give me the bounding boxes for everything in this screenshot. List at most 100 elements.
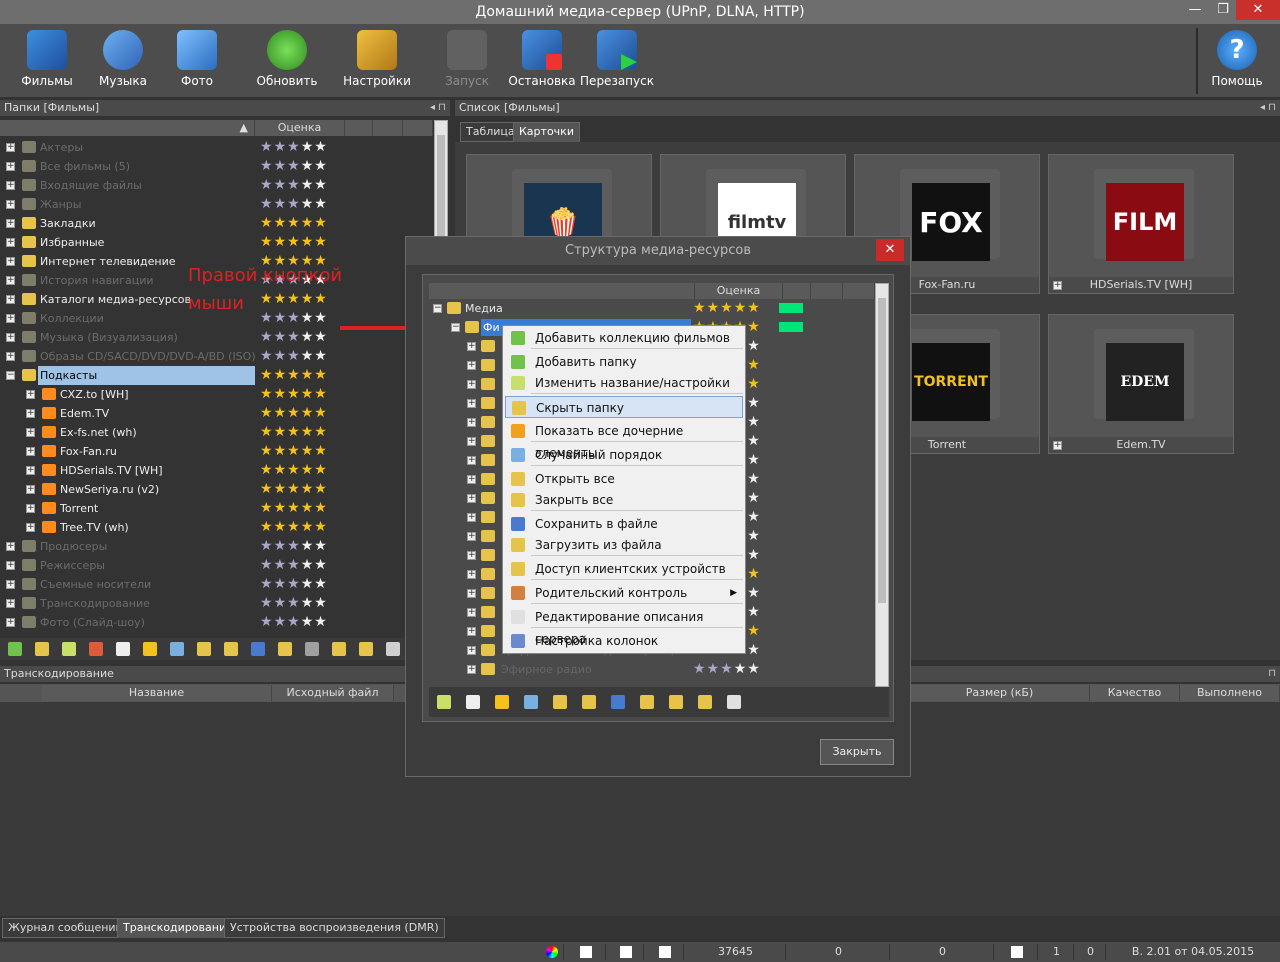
add-folder-icon[interactable] [35,642,49,656]
tree-row[interactable]: − Подкасты ★★★★★ [0,366,432,385]
expand-toggle-icon[interactable]: + [1053,281,1062,290]
rating-stars[interactable]: ★★★★★ [260,348,328,365]
dialog-action-icon[interactable] [437,695,451,709]
expand-toggle-icon[interactable]: + [6,580,15,589]
tree-row[interactable]: + Образы CD/SACD/DVD/DVD-A/BD (ISO) ★★★★★ [0,347,432,366]
start-button[interactable]: Запуск [430,28,504,94]
rating-stars[interactable]: ★★★★★ [260,443,328,460]
expand-toggle-icon[interactable]: + [467,570,476,579]
expand-toggle-icon[interactable]: + [6,200,15,209]
tree-row[interactable]: + CXZ.to [WH] ★★★★★ [0,385,432,404]
tree-row[interactable]: + Входящие файлы ★★★★★ [0,176,432,195]
menu-item[interactable]: Открыть все [505,468,743,490]
expand-toggle-icon[interactable]: + [6,314,15,323]
expand-toggle-icon[interactable]: + [6,561,15,570]
dialog-rating-col[interactable]: Оценка [695,283,783,299]
menu-item[interactable]: Сохранить в файле [505,513,743,535]
tree-row[interactable]: + Edem.TV ★★★★★ [0,404,432,423]
music-button[interactable]: Музыка [86,28,160,94]
dialog-scrollbar[interactable] [875,283,889,687]
tree-row[interactable]: + Torrent ★★★★★ [0,499,432,518]
rating-stars[interactable]: ★★★★★ [260,519,328,536]
expand-toggle-icon[interactable]: + [6,618,15,627]
rating-stars[interactable]: ★★★★★ [260,158,328,175]
show-children-icon[interactable] [116,642,130,656]
dialog-action-icon[interactable] [727,695,741,709]
tree-row[interactable]: + Продюсеры ★★★★★ [0,537,432,556]
parental-icon[interactable] [359,642,373,656]
rating-stars[interactable]: ★★★★★ [260,557,328,574]
random-icon[interactable] [170,642,184,656]
expand-toggle-icon[interactable]: + [467,646,476,655]
name-column-header[interactable]: ▲ [0,120,255,136]
tree-row[interactable]: + Жанры ★★★★★ [0,195,432,214]
edit-icon[interactable] [62,642,76,656]
expand-toggle-icon[interactable]: + [6,257,15,266]
expand-toggle-icon[interactable]: + [6,143,15,152]
tree-row[interactable]: + Фото (Слайд-шоу) ★★★★★ [0,613,432,632]
dialog-action-icon[interactable] [524,695,538,709]
rating-stars[interactable]: ★★★★★ [693,661,761,678]
expand-toggle-icon[interactable]: − [6,371,15,380]
col-size[interactable]: Размер (кБ) [910,685,1090,701]
dialog-action-icon[interactable] [495,695,509,709]
expand-toggle-icon[interactable]: + [6,238,15,247]
settings-button[interactable]: Настройки [340,28,414,94]
rating-stars[interactable]: ★★★★★ [260,329,328,346]
menu-item[interactable]: Показать все дочерние элементы [505,420,743,460]
minimize-button[interactable]: — [1180,0,1210,20]
menu-item[interactable]: Настройка колонок [505,630,743,652]
refresh-button[interactable]: Обновить [250,28,324,94]
expand-toggle-icon[interactable]: + [467,627,476,636]
expand-toggle-icon[interactable]: − [451,323,460,332]
rating-stars[interactable]: ★★★★★ [260,424,328,441]
key-column-header[interactable] [373,120,403,136]
pin-icon[interactable]: ◂ ⊓ [1260,100,1276,116]
menu-item[interactable]: Закрыть все [505,489,743,511]
expand-toggle-icon[interactable]: + [26,447,35,456]
rating-stars[interactable]: ★★★★★ [260,500,328,517]
save-icon[interactable] [251,642,265,656]
dialog-action-icon[interactable] [466,695,480,709]
media-card[interactable]: FILM HDSerials.TV [WH] + [1048,154,1234,294]
expand-toggle-icon[interactable]: + [26,390,35,399]
expand-toggle-icon[interactable]: + [467,589,476,598]
key-icon[interactable] [332,642,346,656]
rating-stars[interactable]: ★★★★★ [693,300,761,317]
rating-stars[interactable]: ★★★★★ [260,177,328,194]
expand-toggle-icon[interactable]: + [26,466,35,475]
expand-toggle-icon[interactable]: + [6,219,15,228]
menu-item[interactable]: Случайный порядок [505,444,743,466]
menu-item[interactable]: Редактирование описания сервера [505,606,743,646]
expand-toggle-icon[interactable]: + [1053,441,1062,450]
rating-stars[interactable]: ★★★★★ [260,215,328,232]
rating-stars[interactable]: ★★★★★ [260,462,328,479]
tree-row[interactable]: + Съемные носители ★★★★★ [0,575,432,594]
sun-icon[interactable] [143,642,157,656]
expand-toggle-icon[interactable]: + [6,295,15,304]
tree-row[interactable]: + Fox-Fan.ru ★★★★★ [0,442,432,461]
expand-toggle-icon[interactable]: + [467,665,476,674]
tree-row[interactable]: + Tree.TV (wh) ★★★★★ [0,518,432,537]
expand-toggle-icon[interactable]: + [467,456,476,465]
tab-table[interactable]: Таблица [460,122,521,142]
tree-row[interactable]: + Закладки ★★★★★ [0,214,432,233]
expand-toggle-icon[interactable]: + [6,352,15,361]
menu-item[interactable]: Добавить папку [505,351,743,373]
dialog-name-col[interactable] [429,283,695,299]
open-all-icon[interactable] [197,642,211,656]
rating-stars[interactable]: ★★★★★ [260,405,328,422]
expand-toggle-icon[interactable]: − [433,304,442,313]
col-done[interactable]: Выполнено [1180,685,1280,701]
help-button[interactable]: ? Помощь [1200,28,1274,94]
expand-toggle-icon[interactable]: + [467,608,476,617]
menu-item[interactable]: Родительский контроль ▶ [505,582,743,604]
sort-column-header[interactable] [403,120,433,136]
rating-column-header[interactable]: Оценка [255,120,345,136]
rating-stars[interactable]: ★★★★★ [260,481,328,498]
users-column-header[interactable] [345,120,373,136]
expand-toggle-icon[interactable]: + [467,475,476,484]
photo-button[interactable]: Фото [160,28,234,94]
col-name[interactable]: Название [42,685,272,701]
expand-toggle-icon[interactable]: + [26,504,35,513]
